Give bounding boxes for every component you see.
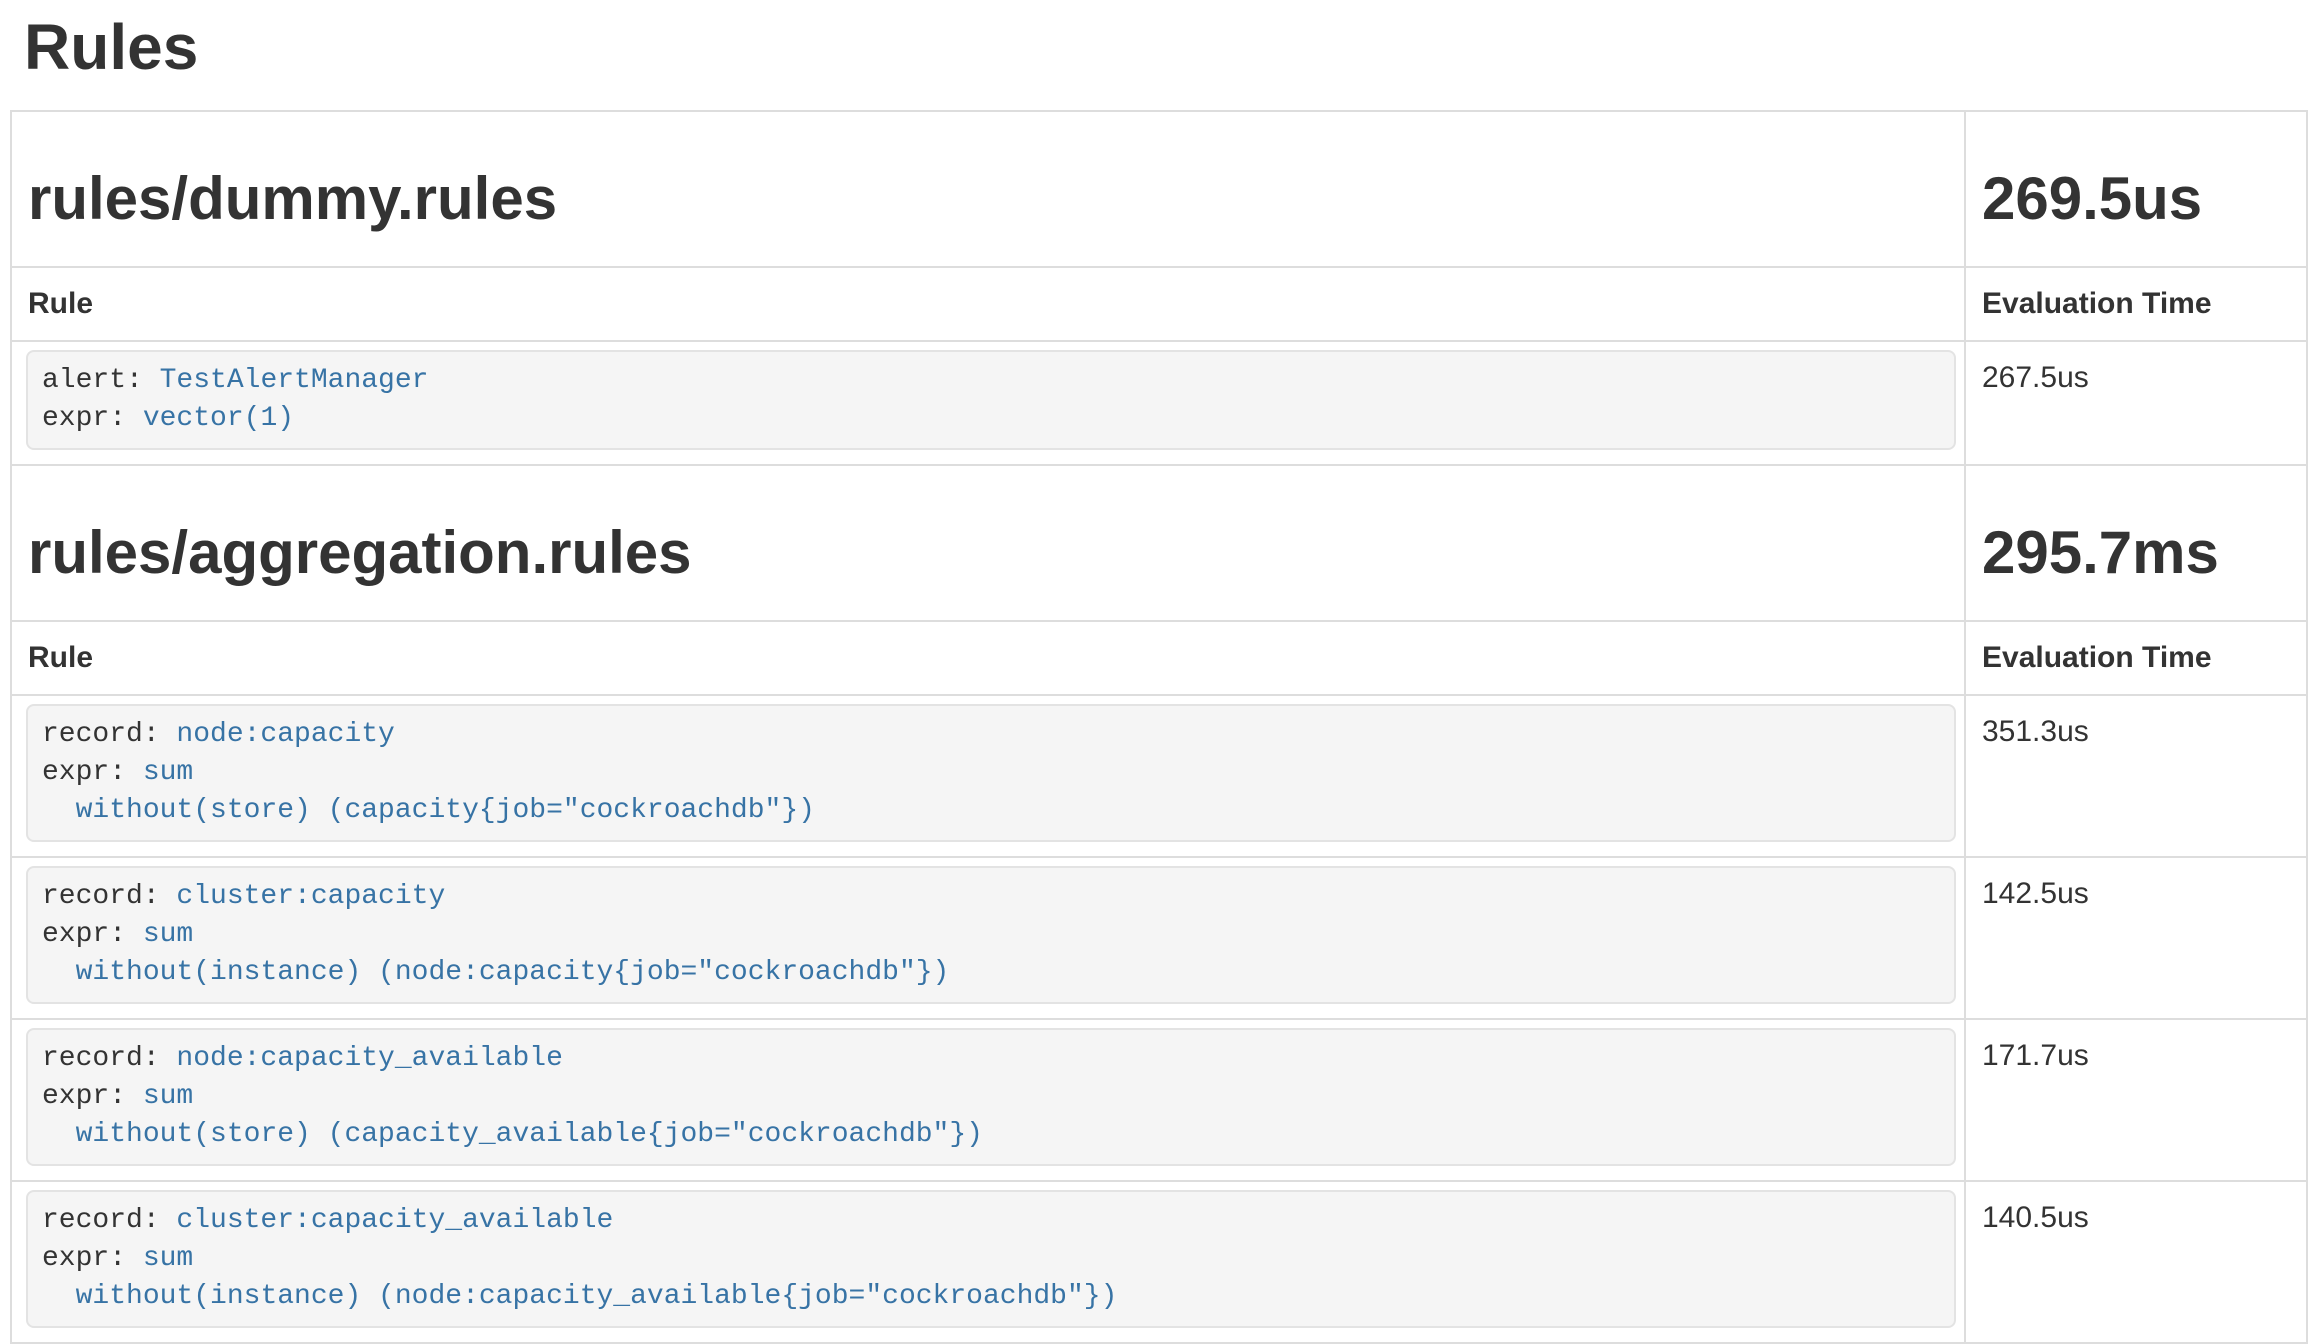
rule-group-evaluation-time: 295.7ms bbox=[1982, 520, 2290, 586]
rule-evaluation-time: 140.5us bbox=[1965, 1181, 2307, 1343]
rule-evaluation-time: 142.5us bbox=[1965, 857, 2307, 1019]
rule-row: record: cluster:capacity expr: sum witho… bbox=[11, 857, 2307, 1019]
rule-group-file: rules/aggregation.rules bbox=[28, 520, 1948, 586]
rule-link[interactable]: sum bbox=[143, 1081, 193, 1112]
rule-row: record: node:capacity expr: sum without(… bbox=[11, 695, 2307, 857]
rule-text bbox=[42, 957, 76, 988]
rule-group-name-cell: rules/dummy.rules bbox=[11, 111, 1965, 267]
rule-definition: record: cluster:capacity_available expr:… bbox=[26, 1190, 1956, 1328]
rule-text: record: bbox=[42, 1043, 176, 1074]
column-header-rule: Rule bbox=[11, 267, 1965, 341]
rule-cell: alert: TestAlertManager expr: vector(1) bbox=[11, 341, 1965, 465]
rules-page: Rules rules/dummy.rules 269.5us Rule Eva… bbox=[0, 0, 2316, 1344]
rule-group-time-cell: 269.5us bbox=[1965, 111, 2307, 267]
column-header-row: Rule Evaluation Time bbox=[11, 621, 2307, 695]
rule-text: expr: bbox=[42, 1243, 143, 1274]
rule-text: record: bbox=[42, 1205, 176, 1236]
rule-group-time-cell: 295.7ms bbox=[1965, 465, 2307, 621]
rule-text bbox=[42, 1281, 76, 1312]
rule-text: expr: bbox=[42, 757, 143, 788]
rule-row: record: cluster:capacity_available expr:… bbox=[11, 1181, 2307, 1343]
rule-link[interactable]: cluster:capacity_available bbox=[176, 1205, 613, 1236]
column-header-rule: Rule bbox=[11, 621, 1965, 695]
rule-link[interactable]: cluster:capacity bbox=[176, 881, 445, 912]
column-header-evaluation-time: Evaluation Time bbox=[1965, 267, 2307, 341]
page-title: Rules bbox=[24, 10, 2306, 84]
column-header-row: Rule Evaluation Time bbox=[11, 267, 2307, 341]
rule-link[interactable]: without(store) (capacity_available{job="… bbox=[76, 1119, 983, 1150]
rule-link[interactable]: sum bbox=[143, 919, 193, 950]
rule-text: record: bbox=[42, 719, 176, 750]
rule-link[interactable]: node:capacity_available bbox=[176, 1043, 562, 1074]
rule-text: expr: bbox=[42, 403, 143, 434]
rule-cell: record: node:capacity expr: sum without(… bbox=[11, 695, 1965, 857]
rule-definition: alert: TestAlertManager expr: vector(1) bbox=[26, 350, 1956, 450]
rule-link[interactable]: sum bbox=[143, 757, 193, 788]
rule-text: expr: bbox=[42, 1081, 143, 1112]
rule-link[interactable]: without(store) (capacity{job="cockroachd… bbox=[76, 795, 815, 826]
rule-group-name-cell: rules/aggregation.rules bbox=[11, 465, 1965, 621]
rule-link[interactable]: without(instance) (node:capacity{job="co… bbox=[76, 957, 950, 988]
rule-cell: record: node:capacity_available expr: su… bbox=[11, 1019, 1965, 1181]
rule-row: record: node:capacity_available expr: su… bbox=[11, 1019, 2307, 1181]
rule-definition: record: cluster:capacity expr: sum witho… bbox=[26, 866, 1956, 1004]
rule-text bbox=[42, 795, 76, 826]
rule-row: alert: TestAlertManager expr: vector(1) … bbox=[11, 341, 2307, 465]
rule-link[interactable]: without(instance) (node:capacity_availab… bbox=[76, 1281, 1118, 1312]
rule-text bbox=[42, 1119, 76, 1150]
rule-text: record: bbox=[42, 881, 176, 912]
rule-group-header-row: rules/dummy.rules 269.5us bbox=[11, 111, 2307, 267]
rule-text: alert: bbox=[42, 365, 160, 396]
rule-evaluation-time: 171.7us bbox=[1965, 1019, 2307, 1181]
column-header-evaluation-time: Evaluation Time bbox=[1965, 621, 2307, 695]
rule-text: expr: bbox=[42, 919, 143, 950]
rule-definition: record: node:capacity expr: sum without(… bbox=[26, 704, 1956, 842]
rule-evaluation-time: 267.5us bbox=[1965, 341, 2307, 465]
rule-cell: record: cluster:capacity expr: sum witho… bbox=[11, 857, 1965, 1019]
rule-link[interactable]: TestAlertManager bbox=[160, 365, 429, 396]
rule-group-header-row: rules/aggregation.rules 295.7ms bbox=[11, 465, 2307, 621]
rule-group-file: rules/dummy.rules bbox=[28, 166, 1948, 232]
rules-table: rules/dummy.rules 269.5us Rule Evaluatio… bbox=[10, 110, 2308, 1344]
rule-group-evaluation-time: 269.5us bbox=[1982, 166, 2290, 232]
rule-definition: record: node:capacity_available expr: su… bbox=[26, 1028, 1956, 1166]
rule-evaluation-time: 351.3us bbox=[1965, 695, 2307, 857]
rule-link[interactable]: sum bbox=[143, 1243, 193, 1274]
rule-link[interactable]: vector(1) bbox=[143, 403, 294, 434]
rule-cell: record: cluster:capacity_available expr:… bbox=[11, 1181, 1965, 1343]
rule-link[interactable]: node:capacity bbox=[176, 719, 394, 750]
